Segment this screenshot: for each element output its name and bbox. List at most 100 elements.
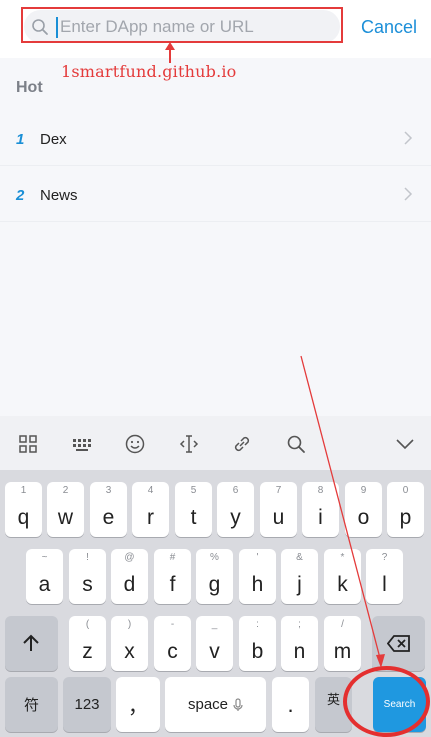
search-input[interactable]: [60, 14, 330, 40]
key-label: 符: [23, 697, 39, 714]
search-box[interactable]: [24, 10, 340, 43]
text-cursor-icon[interactable]: [178, 433, 200, 455]
key-alt-label: ;: [298, 619, 301, 630]
key-label: 英: [326, 692, 340, 707]
key-alt-label: 2: [62, 485, 69, 496]
key-n[interactable]: ; n: [281, 616, 318, 671]
key-alt-label: _: [211, 619, 218, 630]
collapse-chevron-icon[interactable]: [394, 433, 416, 455]
key-label: i: [318, 506, 323, 529]
key-g[interactable]: % g: [196, 549, 233, 604]
comma-key[interactable]: ，: [116, 677, 160, 732]
key-alt-label: ): [127, 619, 132, 630]
key-alt-label: ~: [41, 552, 48, 563]
language-switch-key[interactable]: 英: [315, 677, 352, 732]
annotation-up-arrow: [165, 42, 175, 63]
backspace-key[interactable]: [372, 616, 425, 671]
key-b[interactable]: :b: [239, 616, 276, 671]
search-icon[interactable]: [285, 433, 307, 455]
key-label: z: [82, 640, 93, 663]
keyboard-layout-icon[interactable]: [71, 433, 93, 455]
key-alt-label: @: [124, 552, 135, 563]
search-key[interactable]: Search: [373, 677, 426, 732]
numbers-key[interactable]: 123: [63, 677, 111, 732]
hot-item-name: News: [40, 187, 78, 204]
key-alt-label: 6: [232, 485, 239, 496]
key-alt-label: 9: [360, 485, 367, 496]
key-alt-label: /: [341, 619, 344, 630]
key-d[interactable]: @ d: [111, 549, 148, 604]
key-h[interactable]: ' h: [239, 549, 276, 604]
key-a[interactable]: ~ a: [26, 549, 63, 604]
space-key[interactable]: space: [165, 677, 266, 732]
key-alt-label: 7: [275, 485, 282, 496]
key-j[interactable]: & j: [281, 549, 318, 604]
key-alt-label: ': [256, 552, 259, 563]
key-i[interactable]: 8i: [302, 482, 339, 537]
key-label: e: [102, 506, 115, 529]
key-label: j: [297, 573, 302, 596]
hot-item-rank: 1: [16, 131, 25, 148]
hot-item-dex[interactable]: 1 Dex: [0, 110, 431, 166]
key-t[interactable]: 5t: [175, 482, 212, 537]
key-label: 123: [74, 696, 100, 713]
annotation-url-text: 1smartfund.github.io: [61, 62, 237, 81]
key-alt-label: ?: [381, 552, 388, 563]
key-alt-label: 8: [317, 485, 324, 496]
cancel-button[interactable]: Cancel: [361, 17, 417, 38]
space-label: space: [187, 696, 229, 713]
key-z[interactable]: (z: [69, 616, 106, 671]
grid-icon[interactable]: [17, 433, 39, 455]
key-x[interactable]: ) x: [111, 616, 148, 671]
key-c[interactable]: -c: [154, 616, 191, 671]
period-key[interactable]: .: [272, 677, 309, 732]
key-label: k: [337, 573, 348, 596]
emoji-icon[interactable]: [124, 433, 146, 455]
key-s[interactable]: ! s: [69, 549, 106, 604]
key-alt-label: !: [86, 552, 89, 563]
key-label: s: [82, 573, 93, 596]
key-y[interactable]: 6y: [217, 482, 254, 537]
backspace-icon: [387, 635, 410, 652]
key-v[interactable]: _ v: [196, 616, 233, 671]
chevron-right-icon: [404, 187, 413, 201]
shift-arrow-icon: [23, 634, 39, 651]
key-label: n: [293, 640, 306, 663]
hot-item-name: Dex: [40, 131, 67, 148]
key-u[interactable]: 7u: [260, 482, 297, 537]
text-caret: [56, 17, 58, 38]
hot-item-news[interactable]: 2 News: [0, 166, 431, 222]
key-p[interactable]: 0p: [387, 482, 424, 537]
key-e[interactable]: 3e: [90, 482, 127, 537]
key-r[interactable]: 4r: [132, 482, 169, 537]
shift-key[interactable]: [5, 616, 58, 671]
symbols-key[interactable]: 符: [5, 677, 58, 732]
key-l[interactable]: ? l: [366, 549, 403, 604]
key-label: y: [230, 506, 241, 529]
key-f[interactable]: # f: [154, 549, 191, 604]
key-alt-label: 5: [190, 485, 197, 496]
microphone-icon: [233, 697, 243, 711]
link-icon[interactable]: [231, 433, 253, 455]
key-label: g: [208, 573, 221, 596]
key-m[interactable]: / m: [324, 616, 361, 671]
key-label: o: [357, 506, 370, 529]
key-label: ，: [128, 696, 148, 718]
key-o[interactable]: 9o: [345, 482, 382, 537]
key-label: u: [272, 506, 285, 529]
key-alt-label: 4: [147, 485, 154, 496]
key-label: w: [57, 506, 74, 529]
key-alt-label: 3: [105, 485, 112, 496]
key-alt-label: %: [210, 552, 219, 563]
key-q[interactable]: 1q: [5, 482, 42, 537]
key-label: r: [147, 506, 154, 529]
key-w[interactable]: 2w: [47, 482, 84, 537]
key-label: t: [190, 506, 197, 529]
key-k[interactable]: * k: [324, 549, 361, 604]
key-label: m: [333, 640, 352, 663]
key-alt-label: (: [85, 619, 90, 630]
key-label: c: [167, 640, 178, 663]
key-label: b: [251, 640, 264, 663]
keyboard-toolbar: [0, 416, 431, 470]
key-alt-label: 1: [20, 485, 27, 496]
